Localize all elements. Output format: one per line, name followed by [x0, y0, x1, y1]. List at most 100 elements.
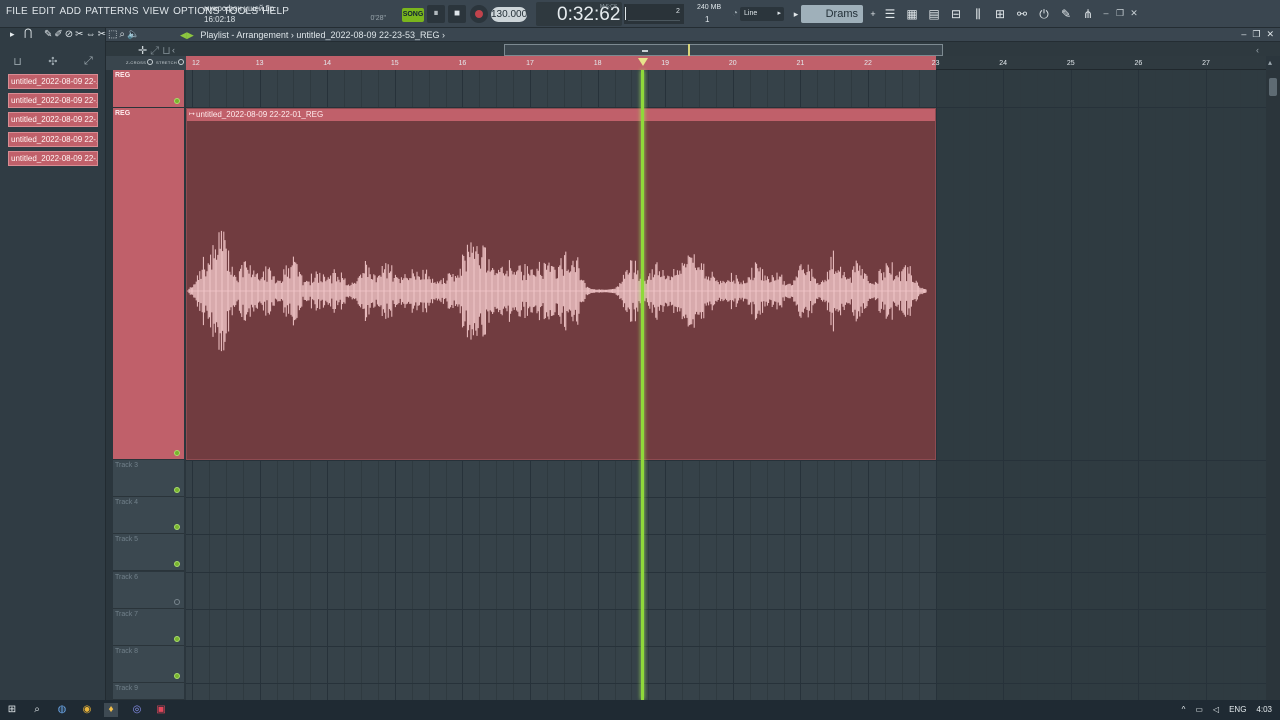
- discord-icon[interactable]: ◎: [130, 703, 144, 717]
- zcross-toggle[interactable]: [147, 59, 153, 65]
- pause-button[interactable]: ⏸: [427, 5, 445, 23]
- playhead-marker[interactable]: [638, 58, 648, 66]
- track-header[interactable]: Track 7: [113, 609, 184, 646]
- track-mute-led[interactable]: [174, 487, 180, 493]
- clip-source-item[interactable]: untitled_2022-08-09 22-...: [8, 151, 98, 166]
- vertical-scrollbar[interactable]: [1266, 70, 1280, 700]
- stop-button[interactable]: ■: [448, 5, 466, 23]
- menu-add[interactable]: ADD: [58, 6, 84, 17]
- clip-source-item[interactable]: untitled_2022-08-09 22-...: [8, 112, 98, 127]
- grid-line: [1003, 70, 1005, 700]
- track-mute-led[interactable]: [174, 98, 180, 104]
- magnet-icon[interactable]: ⋂: [24, 28, 36, 41]
- track-mute-led[interactable]: [174, 524, 180, 530]
- tray-chevron-icon[interactable]: ^: [1182, 705, 1186, 714]
- language-indicator[interactable]: ENG: [1229, 705, 1246, 714]
- playback-tool-icon[interactable]: 🔈: [127, 29, 139, 40]
- search-icon[interactable]: ⌕: [30, 703, 44, 717]
- track-mute-led[interactable]: [174, 636, 180, 642]
- clip-source-item[interactable]: untitled_2022-08-09 22-...: [8, 74, 98, 89]
- project-duration: 0'28": [370, 15, 386, 22]
- playlist-window-controls: – ❐ ✕: [1241, 29, 1274, 40]
- track-mute-led[interactable]: [174, 561, 180, 567]
- browser-split-icon[interactable]: ✣: [48, 55, 57, 68]
- track-header[interactable]: Track 6: [113, 572, 184, 609]
- close-icon[interactable]: ✕: [1129, 8, 1139, 18]
- menu-file[interactable]: FILE: [4, 6, 30, 17]
- select-tool-icon[interactable]: ⬚: [108, 29, 117, 40]
- tempo-tap-icon[interactable]: ⋔: [1080, 6, 1096, 22]
- slip-tool-icon[interactable]: ⇔: [86, 29, 96, 40]
- system-tray: ^ ▭ ◁ ENG 4:03: [1182, 705, 1272, 714]
- power-icon[interactable]: ⏻: [1036, 6, 1052, 22]
- browser-snap-icon[interactable]: ⊔: [13, 55, 22, 68]
- clip-menu-icon[interactable]: ↦: [189, 109, 195, 121]
- track-header[interactable]: Track 4: [113, 497, 184, 534]
- add-pattern-icon[interactable]: +: [865, 6, 881, 22]
- restore-icon[interactable]: ❐: [1115, 8, 1125, 18]
- scroll-left-icon[interactable]: ‹: [172, 45, 175, 55]
- stretch-toggle[interactable]: [178, 59, 184, 65]
- vertical-scroll-thumb[interactable]: [1269, 78, 1277, 96]
- browser-icon[interactable]: ⊞: [992, 6, 1008, 22]
- volume-icon[interactable]: ◁: [1213, 705, 1219, 714]
- windows-start-icon[interactable]: ⊞: [5, 703, 19, 717]
- steam-icon[interactable]: ◍: [55, 703, 69, 717]
- timeline-selection[interactable]: [186, 56, 936, 70]
- track-mute-led[interactable]: [174, 450, 180, 456]
- piano-roll-icon[interactable]: ▦: [904, 6, 920, 22]
- draw-tool-icon[interactable]: ✎: [44, 29, 52, 40]
- snap-selector[interactable]: Line ▸: [740, 7, 784, 21]
- menu-view[interactable]: VIEW: [141, 6, 171, 17]
- playlist-minimize-icon[interactable]: –: [1241, 29, 1246, 40]
- tempo-display[interactable]: 130.000: [491, 7, 527, 22]
- audio-clip-header[interactable]: ↦ untitled_2022-08-09 22-22-01_REG: [187, 109, 935, 121]
- track-header[interactable]: REG: [113, 108, 184, 460]
- delete-tool-icon[interactable]: ⊘: [65, 29, 73, 40]
- clip-source-item[interactable]: untitled_2022-08-09 22-...: [8, 93, 98, 108]
- playlist-pattern-name[interactable]: untitled_2022-08-09 22-23-53_REG: [296, 30, 439, 40]
- track-mute-led[interactable]: [174, 673, 180, 679]
- slice-tool-icon[interactable]: ✂: [98, 29, 106, 40]
- track-header[interactable]: Track 8: [113, 646, 184, 683]
- track-divider: [186, 534, 1266, 535]
- playlist-menu-arrow-icon[interactable]: ▸: [10, 29, 15, 40]
- track-header[interactable]: REG: [113, 70, 184, 108]
- scroll-right-icon[interactable]: ‹: [1256, 45, 1259, 55]
- menu-edit[interactable]: EDIT: [30, 6, 58, 17]
- song-mode-button[interactable]: SONG: [402, 8, 424, 22]
- playlist-icon[interactable]: ☰: [882, 6, 898, 22]
- link-icon[interactable]: ⚯: [1014, 6, 1030, 22]
- mixer-icon[interactable]: ⊟: [948, 6, 964, 22]
- playhead-line[interactable]: [641, 70, 644, 700]
- clip-source-item[interactable]: untitled_2022-08-09 22-...: [8, 132, 98, 147]
- track-header[interactable]: Track 3: [113, 460, 184, 497]
- fl-studio-task-icon[interactable]: ♦: [104, 703, 118, 717]
- minimize-icon[interactable]: –: [1101, 8, 1111, 18]
- app-task-icon[interactable]: ▣: [154, 703, 168, 717]
- current-pattern-selector[interactable]: Drams: [801, 5, 863, 23]
- track-name: Track 9: [115, 685, 139, 692]
- track-mute-led[interactable]: [174, 599, 180, 605]
- scroll-up-icon[interactable]: ▴: [1268, 58, 1272, 67]
- channel-rack-icon[interactable]: ▤: [926, 6, 942, 22]
- record-button[interactable]: [470, 5, 488, 23]
- faders-icon[interactable]: ⫼: [970, 6, 986, 22]
- network-icon[interactable]: ▭: [1195, 705, 1203, 714]
- paint-tool-icon[interactable]: ✐: [54, 29, 62, 40]
- browser-pen-icon[interactable]: ⤢: [84, 55, 93, 68]
- plugin-icon[interactable]: ✎: [1058, 6, 1074, 22]
- zoom-tool-icon[interactable]: ⌕: [119, 29, 125, 40]
- clock[interactable]: 4:03: [1256, 705, 1272, 714]
- track-header[interactable]: Track 9: [113, 683, 184, 700]
- audio-clip[interactable]: ↦ untitled_2022-08-09 22-22-01_REG: [186, 108, 936, 460]
- mute-tool-icon[interactable]: ✂: [75, 29, 83, 40]
- track-header[interactable]: Track 5: [113, 534, 184, 571]
- ruler-bar-number: 14: [323, 60, 332, 67]
- playlist-close-icon[interactable]: ✕: [1266, 29, 1274, 40]
- playlist-restore-icon[interactable]: ❐: [1252, 29, 1260, 40]
- overview-visible-range[interactable]: [504, 44, 943, 56]
- play-arrow-icon[interactable]: ◀▶: [180, 30, 194, 40]
- menu-patterns[interactable]: PATTERNS: [83, 6, 140, 17]
- chrome-icon[interactable]: ◉: [80, 703, 94, 717]
